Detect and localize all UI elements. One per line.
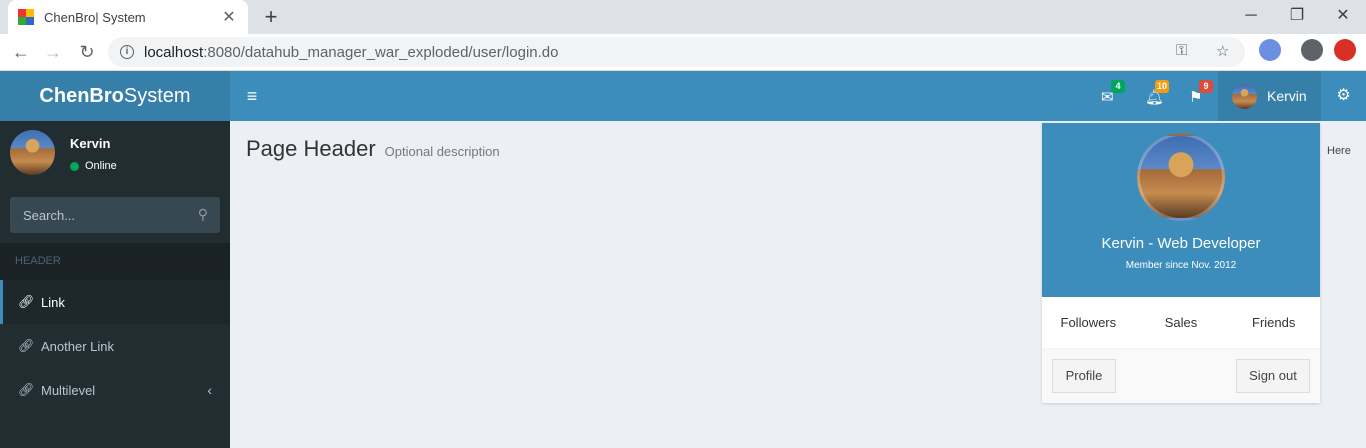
sidebar-item-label: Multilevel (41, 382, 96, 398)
notifications-button[interactable]: 🔔︎ 10 (1131, 71, 1175, 121)
sign-out-button[interactable]: Sign out (1236, 359, 1310, 393)
logo-rest: System (123, 85, 191, 107)
user-header: Kervin - Web Developer Member since Nov.… (1042, 123, 1320, 297)
page-description: Optional description (384, 144, 500, 159)
user-menu-toggle[interactable]: Kervin (1218, 71, 1321, 121)
favicon-icon (18, 9, 34, 25)
url-path: :8080/datahub_manager_war_exploded/user/… (203, 43, 559, 61)
update-icon[interactable] (1334, 39, 1356, 61)
notifications-badge: 10 (1155, 80, 1170, 93)
tasks-badge: 9 (1199, 80, 1213, 93)
sidebar-item-another-link[interactable]: 🔗︎ Another Link (0, 324, 230, 368)
avatar (1232, 83, 1257, 109)
url-host: localhost (144, 43, 204, 61)
extension-icon[interactable] (1259, 39, 1281, 61)
link-icon: 🔗︎ (18, 338, 35, 353)
forward-icon[interactable]: → (40, 40, 66, 66)
app-logo[interactable]: ChenBroSystem (0, 71, 230, 121)
address-bar[interactable]: i localhost:8080/datahub_manager_war_exp… (108, 37, 1245, 67)
link-icon: 🔗︎ (18, 294, 35, 309)
sidebar-toggle-icon[interactable]: ≡ (238, 71, 266, 121)
page-title: Page Header (246, 136, 376, 161)
tasks-button[interactable]: ⚑ 9 (1175, 71, 1219, 121)
sidebar-item-link[interactable]: 🔗︎ Link (0, 280, 230, 324)
key-icon[interactable]: ⚿ (1176, 42, 1187, 59)
sales-link[interactable]: Sales (1135, 297, 1228, 348)
star-icon[interactable]: ☆ (1216, 42, 1229, 60)
new-tab-button[interactable]: + (258, 4, 284, 30)
account-icon[interactable] (1301, 39, 1323, 61)
sidebar-item-label: Another Link (41, 338, 114, 354)
member-since: Member since Nov. 2012 (1125, 260, 1237, 271)
avatar (1137, 133, 1225, 221)
browser-toolbar: ← → ↻ i localhost:8080/datahub_manager_w… (0, 34, 1366, 71)
site-info-icon[interactable]: i (120, 45, 134, 59)
sidebar-user-name: Kervin (70, 136, 111, 151)
sidebar-search: ⚲ (10, 197, 220, 233)
user-footer: Profile Sign out (1042, 349, 1320, 403)
search-icon[interactable]: ⚲ (198, 206, 208, 223)
content-header: Page Header Optional description (246, 136, 500, 162)
url-text: localhost:8080/datahub_manager_war_explo… (144, 44, 558, 61)
sidebar-section-header: HEADER (0, 243, 230, 280)
header-user-name: Kervin (1267, 88, 1307, 104)
search-input[interactable] (10, 197, 185, 233)
browser-tabstrip: ChenBro| System ✕ + ─ ❐ ✕ (0, 0, 1366, 34)
profile-button[interactable]: Profile (1052, 359, 1116, 393)
online-status[interactable]: Online (70, 160, 117, 172)
status-text: Online (85, 160, 117, 172)
window-close-icon[interactable]: ✕ (1320, 0, 1366, 34)
breadcrumb[interactable]: Here (1327, 145, 1351, 157)
messages-button[interactable]: ✉ 4 (1087, 71, 1131, 121)
online-dot-icon (70, 161, 79, 171)
reload-icon[interactable]: ↻ (74, 40, 100, 66)
tab-title: ChenBro| System (44, 9, 146, 25)
minimize-icon[interactable]: ─ (1228, 0, 1274, 34)
restore-icon[interactable]: ❐ (1274, 0, 1320, 34)
sidebar: Kervin Online ⚲ HEADER 🔗︎ Link 🔗︎ Anothe… (0, 121, 230, 448)
friends-link[interactable]: Friends (1227, 297, 1320, 348)
messages-badge: 4 (1111, 80, 1125, 93)
back-icon[interactable]: ← (8, 40, 34, 66)
sidebar-item-label: Link (41, 294, 65, 310)
browser-tab[interactable]: ChenBro| System ✕ (8, 0, 248, 34)
tab-close-icon[interactable]: ✕ (220, 7, 238, 27)
dropdown-user-name: Kervin - Web Developer (1101, 235, 1261, 252)
gears-icon[interactable]: ⚙ (1321, 71, 1366, 121)
link-icon: 🔗︎ (18, 382, 35, 397)
user-dropdown: Kervin - Web Developer Member since Nov.… (1042, 123, 1320, 403)
avatar (10, 130, 55, 175)
logo-bold: ChenBro (39, 85, 124, 107)
app-header: ChenBroSystem ≡ ✉ 4 🔔︎ 10 ⚑ 9 Kervin ⚙ (0, 71, 1366, 121)
chevron-left-icon: ‹ (207, 382, 212, 398)
followers-link[interactable]: Followers (1042, 297, 1135, 348)
sidebar-item-multilevel[interactable]: 🔗︎ Multilevel ‹ (0, 368, 230, 412)
user-body: Followers Sales Friends (1042, 297, 1320, 349)
user-panel: Kervin Online (0, 121, 230, 183)
